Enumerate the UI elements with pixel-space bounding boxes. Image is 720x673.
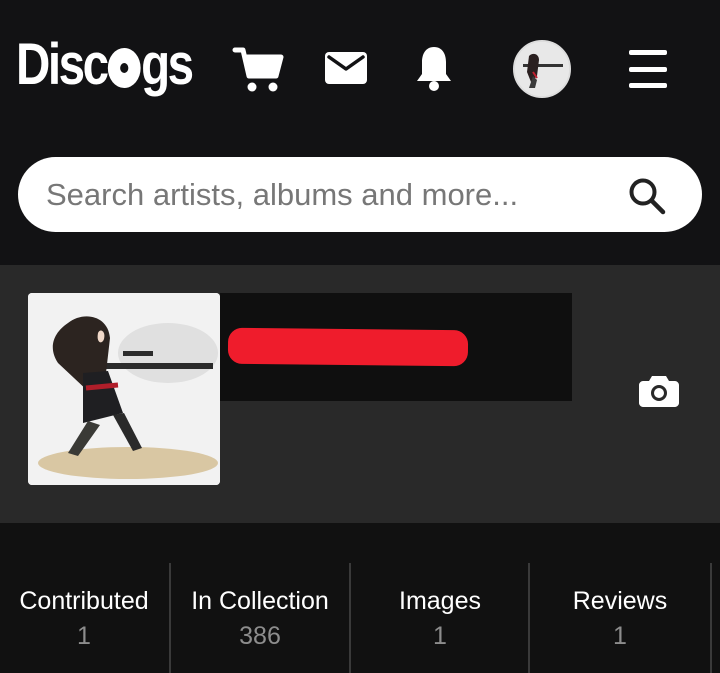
stat-label: Contributed [19, 587, 149, 615]
stat-label: In Collection [191, 587, 329, 615]
menu-bar [629, 66, 667, 72]
menu-bar [629, 83, 667, 88]
avatar-image [515, 42, 569, 96]
stat-value: 386 [239, 622, 281, 650]
messages-button[interactable] [324, 50, 368, 86]
stat-images[interactable]: Images 1 [351, 563, 529, 673]
username-box [220, 293, 572, 401]
user-avatar[interactable] [513, 40, 571, 98]
notification-bell-icon [417, 47, 451, 91]
profile-stats: Contributed 1 In Collection 386 Images 1… [0, 523, 720, 673]
redacted-username [227, 327, 469, 367]
menu-bar [629, 50, 667, 55]
notifications-button[interactable] [414, 44, 454, 92]
stat-label: Images [399, 587, 481, 615]
vinyl-record-icon [107, 48, 141, 88]
stat-value: 1 [77, 622, 91, 650]
divider [710, 563, 712, 673]
stat-value: 1 [613, 622, 627, 650]
stat-in-collection[interactable]: In Collection 386 [171, 563, 349, 673]
profile-banner [0, 265, 720, 523]
search-icon[interactable] [628, 177, 666, 215]
stat-reviews[interactable]: Reviews 1 [530, 563, 710, 673]
discogs-logo[interactable]: Disc gs [16, 36, 194, 94]
cart-button[interactable] [232, 44, 284, 94]
stat-contributed[interactable]: Contributed 1 [0, 563, 168, 673]
envelope-icon [325, 52, 367, 84]
profile-picture[interactable] [28, 293, 220, 485]
search-input[interactable] [46, 157, 616, 232]
search-bar [18, 157, 702, 232]
shopping-cart-icon [232, 47, 284, 92]
stat-value: 1 [433, 622, 447, 650]
site-header: Disc gs [0, 0, 720, 265]
stat-label: Reviews [572, 587, 668, 615]
change-banner-button[interactable] [639, 373, 679, 407]
hamburger-menu-button[interactable] [626, 50, 670, 88]
camera-icon [639, 376, 679, 407]
profile-artwork [28, 293, 220, 485]
